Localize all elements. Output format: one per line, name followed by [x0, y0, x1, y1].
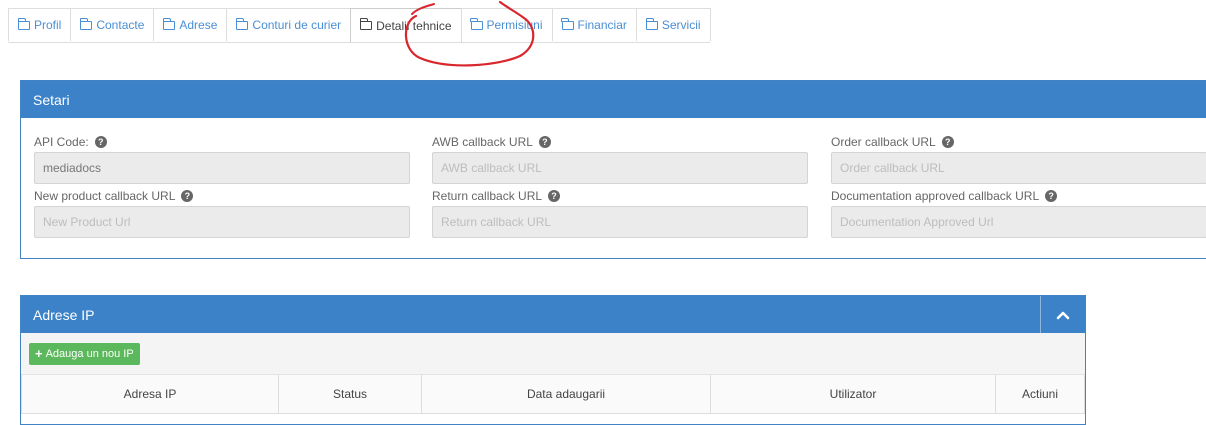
order-callback-label: Order callback URL ? — [831, 132, 1206, 152]
awb-callback-label: AWB callback URL ? — [432, 132, 808, 152]
ip-toolbar: + Adauga un nou IP — [21, 333, 1085, 375]
plus-icon: + — [35, 346, 43, 361]
order-callback-input[interactable] — [831, 152, 1206, 184]
question-circle-icon[interactable]: ? — [1045, 190, 1058, 202]
ip-table: Adresa IP Status Data adaugarii Utilizat… — [21, 375, 1085, 414]
documentation-approved-callback-label: Documentation approved callback URL ? — [831, 186, 1206, 206]
field-label-text: New product callback URL — [34, 189, 176, 203]
tab-financiar[interactable]: Financiar — [551, 8, 637, 41]
column-header-actiuni[interactable]: Actiuni — [995, 375, 1085, 414]
tab-bar: Profil Contacte Adrese Conturi de curier… — [8, 8, 711, 43]
tab-label: Permisiuni — [486, 18, 543, 32]
ip-addresses-panel: Adrese IP + Adauga un nou IP Adresa IP S… — [20, 295, 1086, 425]
settings-panel-title: Setari — [21, 81, 1206, 118]
field-label-text: API Code: — [34, 135, 89, 149]
settings-panel: Setari API Code: ? AWB callback URL ? Or… — [20, 80, 1206, 259]
folder-icon — [470, 17, 483, 30]
ip-panel-header: Adrese IP — [21, 296, 1085, 333]
tab-label: Adrese — [179, 18, 218, 32]
ip-panel-title: Adrese IP — [33, 306, 95, 323]
add-ip-button[interactable]: + Adauga un nou IP — [29, 342, 140, 365]
folder-icon — [163, 17, 176, 30]
add-ip-button-label: Adauga un nou IP — [45, 347, 134, 360]
chevron-up-icon — [1056, 311, 1070, 319]
field-label-text: Order callback URL — [831, 135, 936, 149]
tab-conturi-de-curier[interactable]: Conturi de curier — [226, 8, 352, 41]
order-callback-field: Order callback URL ? — [831, 132, 1206, 184]
column-header-data-adaugarii[interactable]: Data adaugarii — [421, 375, 711, 414]
new-product-callback-input[interactable] — [34, 206, 410, 238]
folder-icon — [645, 17, 658, 30]
tab-label: Conturi de curier — [252, 18, 342, 32]
return-callback-field: Return callback URL ? — [432, 186, 808, 238]
tab-adrese[interactable]: Adrese — [153, 8, 228, 41]
question-circle-icon[interactable]: ? — [548, 190, 561, 202]
tab-label: Financiar — [577, 18, 627, 32]
tab-detalii-tehnice[interactable]: Detalii tehnice — [350, 8, 462, 42]
folder-icon — [561, 17, 574, 30]
awb-callback-input[interactable] — [432, 152, 808, 184]
api-code-field: API Code: ? — [34, 132, 410, 184]
table-header-row: Adresa IP Status Data adaugarii Utilizat… — [21, 375, 1085, 414]
folder-icon — [80, 17, 93, 30]
field-label-text: Documentation approved callback URL — [831, 189, 1040, 203]
question-circle-icon[interactable]: ? — [538, 136, 551, 148]
folder-icon — [236, 17, 249, 30]
question-circle-icon[interactable]: ? — [181, 190, 194, 202]
documentation-approved-callback-input[interactable] — [831, 206, 1206, 238]
documentation-approved-callback-field: Documentation approved callback URL ? — [831, 186, 1206, 238]
api-code-label: API Code: ? — [34, 132, 410, 152]
new-product-callback-label: New product callback URL ? — [34, 186, 410, 206]
column-header-utilizator[interactable]: Utilizator — [710, 375, 996, 414]
folder-icon — [17, 17, 30, 30]
tab-label: Servicii — [661, 18, 701, 32]
tab-permisiuni[interactable]: Permisiuni — [460, 8, 553, 41]
return-callback-input[interactable] — [432, 206, 808, 238]
tab-servicii[interactable]: Servicii — [635, 8, 711, 41]
new-product-callback-field: New product callback URL ? — [34, 186, 410, 238]
field-label-text: AWB callback URL — [432, 135, 533, 149]
question-circle-icon[interactable]: ? — [94, 136, 107, 148]
tab-profil[interactable]: Profil — [8, 8, 72, 41]
awb-callback-field: AWB callback URL ? — [432, 132, 808, 184]
tab-label: Detalii tehnice — [376, 18, 452, 33]
column-header-adresa-ip[interactable]: Adresa IP — [21, 375, 279, 414]
tab-label: Profil — [34, 18, 62, 32]
return-callback-label: Return callback URL ? — [432, 186, 808, 206]
collapse-button[interactable] — [1040, 296, 1085, 333]
api-code-input[interactable] — [34, 152, 410, 184]
question-circle-icon[interactable]: ? — [941, 136, 954, 148]
column-header-status[interactable]: Status — [278, 375, 422, 414]
field-label-text: Return callback URL — [432, 189, 543, 203]
tab-contacte[interactable]: Contacte — [70, 8, 155, 41]
tab-label: Contacte — [96, 18, 145, 32]
folder-icon — [359, 18, 373, 30]
